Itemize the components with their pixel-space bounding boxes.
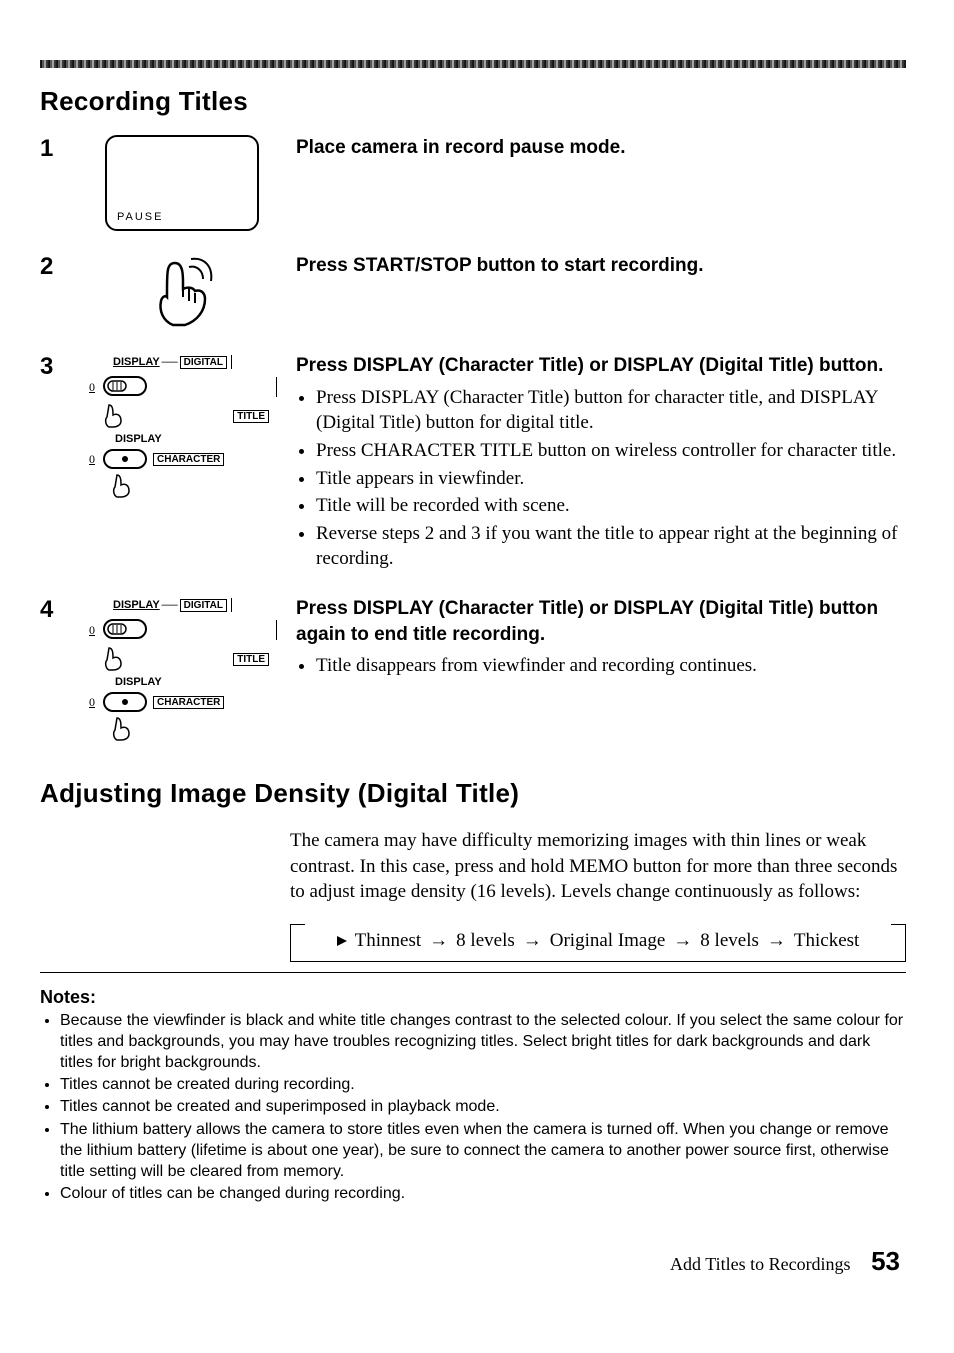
label-display: DISPLAY: [113, 356, 160, 368]
density-paragraph: The camera may have difficulty memorizin…: [290, 828, 906, 905]
slider-switch-icon: [103, 447, 147, 471]
flow-original: Original Image: [550, 930, 666, 952]
step-2: 2 Press START/STOP button to start recor…: [40, 253, 906, 331]
label-digital: DIGITAL: [180, 356, 227, 369]
viewfinder-illustration: PAUSE: [105, 135, 259, 231]
note-item: Titles cannot be created and superimpose…: [60, 1096, 906, 1117]
arrow-icon: →: [673, 930, 692, 952]
arrow-icon: →: [429, 930, 448, 952]
bullet-item: Title appears in viewfinder.: [316, 466, 906, 492]
display-buttons-figure: DISPLAY — DIGITAL 0: [87, 596, 277, 744]
label-display: DISPLAY: [113, 599, 160, 611]
steps-list: 1 PAUSE Place camera in record pause mod…: [40, 135, 906, 744]
horizontal-rule: [40, 972, 906, 973]
viewfinder-pause-label: PAUSE: [117, 211, 163, 223]
note-item: The lithium battery allows the camera to…: [60, 1119, 906, 1182]
step-bullets: Title disappears from viewfinder and rec…: [296, 653, 906, 679]
label-title: TITLE: [233, 410, 269, 423]
arrow-icon: →: [523, 930, 542, 952]
footer-caption: Add Titles to Recordings: [670, 1254, 851, 1274]
label-display: DISPLAY: [115, 433, 162, 445]
slider-switch-icon: [103, 373, 147, 401]
bullet-item: Reverse steps 2 and 3 if you want the ti…: [316, 521, 906, 572]
step-number: 2: [40, 253, 68, 279]
label-zero: 0: [87, 695, 97, 710]
note-item: Titles cannot be created during recordin…: [60, 1074, 906, 1095]
label-display: DISPLAY: [115, 676, 162, 688]
flow-thickest: Thickest: [794, 930, 859, 952]
section-title-recording-titles: Recording Titles: [40, 86, 906, 117]
label-character: CHARACTER: [153, 453, 224, 466]
notes-heading: Notes:: [40, 987, 906, 1008]
slider-switch-icon: [103, 616, 147, 644]
bullet-item: Press DISPLAY (Character Title) button f…: [316, 385, 906, 436]
slider-switch-icon: [103, 690, 147, 714]
label-digital: DIGITAL: [180, 599, 227, 612]
step-4: 4 DISPLAY — DIGITAL 0: [40, 596, 906, 744]
step-heading: Press DISPLAY (Character Title) or DISPL…: [296, 353, 906, 379]
notes-list: Because the viewfinder is black and whit…: [44, 1010, 906, 1204]
step-bullets: Press DISPLAY (Character Title) button f…: [296, 385, 906, 572]
step-1: 1 PAUSE Place camera in record pause mod…: [40, 135, 906, 231]
label-zero: 0: [87, 452, 97, 467]
step-number: 3: [40, 353, 68, 379]
label-title: TITLE: [233, 653, 269, 666]
flow-thinnest: Thinnest: [355, 930, 422, 952]
step-heading: Press DISPLAY (Character Title) or DISPL…: [296, 596, 906, 647]
step-number: 1: [40, 135, 68, 161]
step-number: 4: [40, 596, 68, 622]
flow-levels: 8 levels: [700, 930, 759, 952]
display-buttons-figure: DISPLAY — DIGITAL 0: [87, 353, 277, 501]
page-number: 53: [871, 1246, 900, 1276]
label-zero: 0: [87, 380, 97, 395]
page-footer: Add Titles to Recordings 53: [40, 1246, 906, 1277]
label-character: CHARACTER: [153, 696, 224, 709]
bullet-item: Title will be recorded with scene.: [316, 493, 906, 519]
note-item: Colour of titles can be changed during r…: [60, 1183, 906, 1204]
hand-press-small-icon: [109, 716, 133, 742]
flow-levels: 8 levels: [456, 930, 515, 952]
step-heading: Place camera in record pause mode.: [296, 135, 906, 161]
step-heading: Press START/STOP button to start recordi…: [296, 253, 906, 279]
bullet-item: Title disappears from viewfinder and rec…: [316, 653, 906, 679]
label-zero: 0: [87, 623, 97, 638]
hand-press-small-icon: [109, 473, 133, 499]
hand-press-small-icon: [101, 646, 125, 672]
arrow-icon: [337, 936, 347, 946]
step-3: 3 DISPLAY — DIGITAL 0: [40, 353, 906, 574]
bullet-item: Press CHARACTER TITLE button on wireless…: [316, 438, 906, 464]
hand-press-small-icon: [101, 403, 125, 429]
section-title-density: Adjusting Image Density (Digital Title): [40, 778, 906, 809]
density-flow-diagram: Thinnest → 8 levels → Original Image → 8…: [290, 924, 906, 962]
decorative-noise-bar: [40, 60, 906, 68]
note-item: Because the viewfinder is black and whit…: [60, 1010, 906, 1073]
arrow-icon: →: [767, 930, 786, 952]
hand-press-icon: [147, 253, 217, 331]
